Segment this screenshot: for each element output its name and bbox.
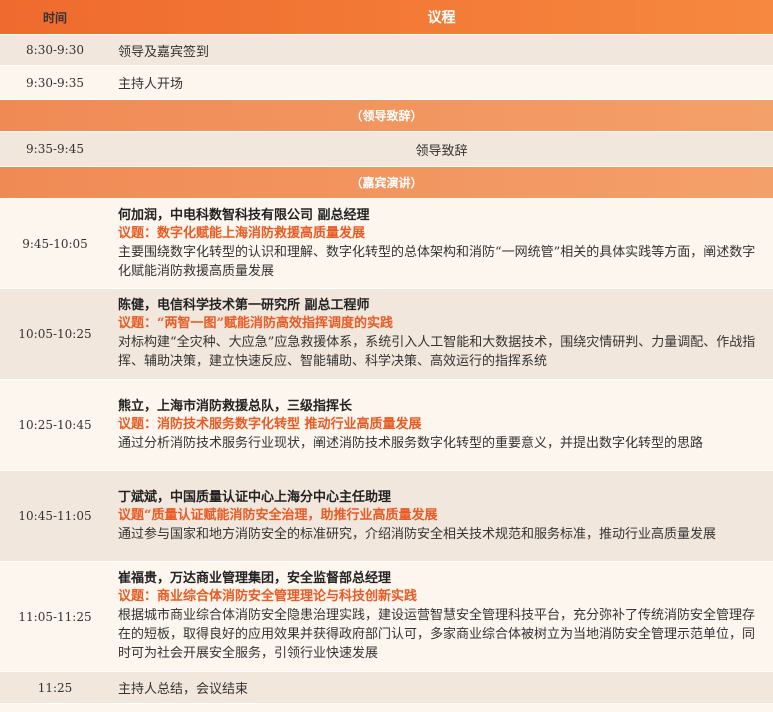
talk-row: 11:05-11:25 崔福贵，万达商业管理集团，安全监督部总经理 议题：商业综… — [0, 562, 773, 672]
table-row: 8:30-9:30 领导及嘉宾签到 — [0, 35, 773, 66]
row-time: 8:30-9:30 — [26, 43, 84, 57]
header-agenda: 议程 — [427, 10, 456, 26]
talk-time: 9:45-10:05 — [22, 236, 88, 251]
talk-time: 10:45-11:05 — [18, 509, 92, 523]
talk-time: 11:05-11:25 — [18, 609, 92, 624]
talk-topic: 议题：“两智一图”赋能消防高效指挥调度的实践 — [118, 316, 393, 331]
talk-row: 10:25-10:45 熊立，上海市消防救援总队，三级指挥长 议题：消防技术服务… — [0, 380, 773, 471]
talk-topic: 议题：数字化赋能上海消防救援高质量发展 — [118, 225, 366, 241]
talk-row: 9:45-10:05 何加润，中电科数智科技有限公司 副总经理 议题：数字化赋能… — [0, 199, 773, 289]
section-header-talks: （嘉宾演讲） — [0, 167, 773, 199]
agenda-table: 时间 议程 8:30-9:30 领导及嘉宾签到 9:30-9:35 主持人开场 … — [0, 0, 773, 704]
talk-speaker: 丁斌斌，中国质量认证中心上海分中心主任助理 — [118, 489, 392, 505]
talk-time: 10:25-10:45 — [18, 418, 92, 432]
talk-time: 10:05-10:25 — [18, 327, 92, 341]
talk-speaker: 熊立，上海市消防救援总队，三级指挥长 — [118, 398, 353, 414]
section-label: （嘉宾演讲） — [350, 176, 423, 190]
talk-topic: 议题：消防技术服务数字化转型 推动行业高质量发展 — [118, 416, 422, 432]
table-row: 9:30-9:35 主持人开场 — [0, 66, 773, 100]
header-time: 时间 — [42, 10, 67, 25]
talk-description: 通过分析消防技术服务行业现状，阐述消防技术服务数字化转型的重要意义，并提出数字化… — [118, 435, 704, 451]
talk-topic: 议题：商业综合体消防安全管理理论与科技创新实践 — [118, 589, 418, 604]
row-text: 领导及嘉宾签到 — [118, 44, 210, 60]
talk-description: 主要围绕数字化转型的认识和理解、数字化转型的总体架构和消防“一网统管”相关的具体… — [118, 244, 756, 279]
row-time: 9:30-9:35 — [26, 75, 84, 90]
table-row: 9:35-9:45 领导致辞 — [0, 132, 773, 167]
talk-topic: 议题“质量认证赋能消防安全治理，助推行业高质量发展 — [118, 507, 438, 523]
row-time: 11:25 — [37, 680, 73, 695]
table-row: 11:25 主持人总结，会议结束 — [0, 672, 773, 704]
talk-speaker: 陈健，电信科学技术第一研究所 副总工程师 — [118, 298, 370, 313]
talk-description: 根据城市商业综合体消防安全隐患治理实践，建设运营智慧安全管理科技平台，充分弥补了… — [118, 608, 756, 661]
talk-description: 通过参与国家和地方消防安全的标准研究，介绍消防安全相关技术规范和服务标准，推动行… — [118, 526, 717, 542]
section-label: （领导致辞） — [350, 109, 423, 123]
table-header: 时间 议程 — [0, 0, 773, 35]
talk-row: 10:05-10:25 陈健，电信科学技术第一研究所 副总工程师 议题：“两智一… — [0, 289, 773, 380]
row-text: 主持人总结，会议结束 — [118, 682, 249, 697]
talk-speaker: 何加润，中电科数智科技有限公司 副总经理 — [118, 207, 370, 223]
row-text: 领导致辞 — [415, 143, 468, 159]
row-text: 主持人开场 — [118, 77, 184, 92]
row-time: 9:35-9:45 — [26, 142, 84, 156]
talk-speaker: 崔福贵，万达商业管理集团，安全监督部总经理 — [118, 571, 392, 586]
talk-row: 10:45-11:05 丁斌斌，中国质量认证中心上海分中心主任助理 议题“质量认… — [0, 471, 773, 562]
talk-description: 对标构建“全灾种、大应急”应急救援体系，系统引入人工智能和大数据技术，围绕灾情研… — [118, 335, 756, 369]
section-header-speech: （领导致辞） — [0, 100, 773, 132]
